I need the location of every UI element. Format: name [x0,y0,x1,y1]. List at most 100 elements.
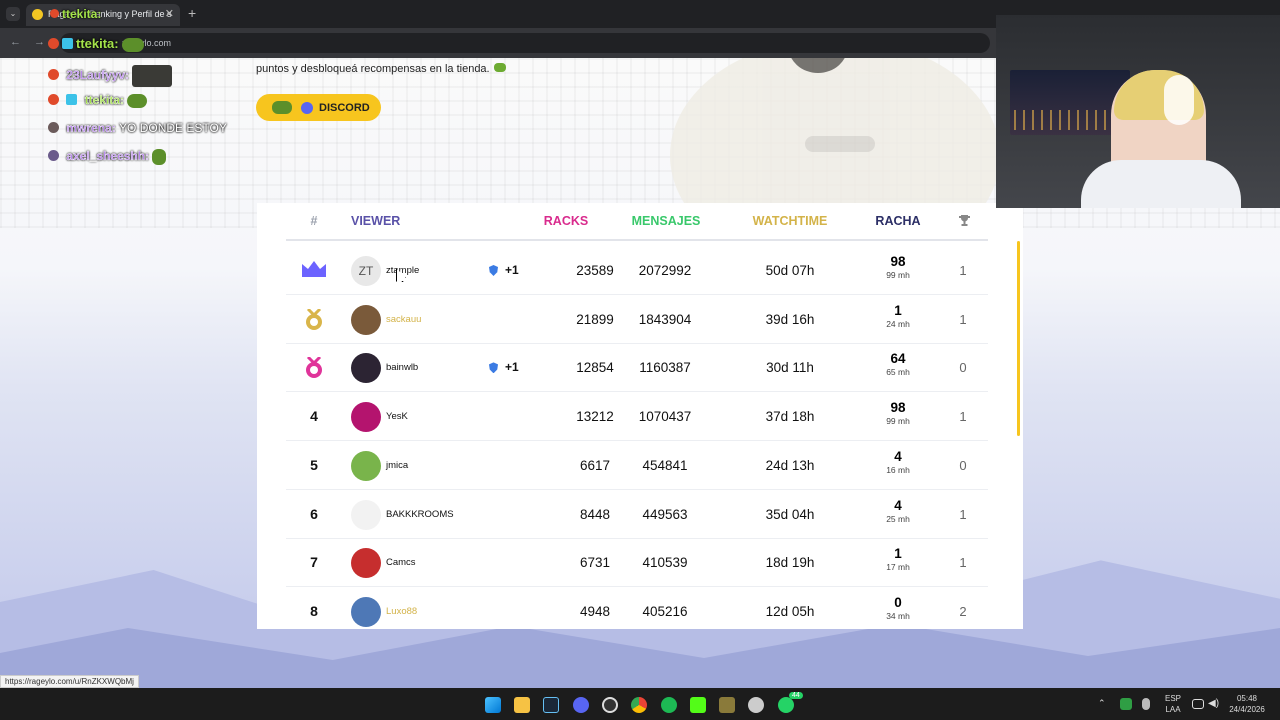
racha-sub: 99 mh [886,270,910,280]
header-racks[interactable]: RACKS [527,214,605,228]
avatar[interactable] [351,596,381,627]
scrollbar[interactable] [1017,241,1020,436]
trophy-count: 1 [959,409,967,425]
chat-message: ttekita: [48,93,148,113]
avatar[interactable] [351,353,381,384]
avatar[interactable] [351,499,381,530]
file-explorer-icon[interactable] [514,697,530,713]
shield-icon [489,265,498,276]
overlay-chat-line: ttekita: [48,36,145,52]
avatar[interactable] [351,548,381,579]
close-tab-icon[interactable]: ✕ [165,7,174,20]
chat-text: YO DONDE ESTOY [119,121,227,135]
header-rank[interactable]: # [286,214,342,228]
city-lights [1014,110,1124,130]
header-divider [286,239,988,241]
table-row[interactable]: 4 YesK 13212 1070437 37d 18h 98 99 mh 1 [286,392,988,442]
racha-value: 4 [894,497,902,513]
viewer-name[interactable]: Camcs [386,538,416,587]
racha-cell: 98 99 mh [871,254,925,281]
mascot-eye [788,58,848,73]
viewer-name[interactable]: Luxo88 [386,587,417,629]
chat-username: ttekita: [84,93,125,107]
trophy-header-icon[interactable] [947,214,981,230]
table-row[interactable]: 7 Camcs 6731 410539 18d 19h 1 17 mh 1 [286,538,988,588]
pepe-emote-icon [152,149,167,165]
racha-value: 98 [890,254,906,269]
microphone-icon[interactable] [1142,698,1150,710]
obs-icon[interactable] [602,697,618,713]
racha-sub: 16 mh [886,464,910,475]
webcam-feed [996,15,1280,208]
rank-number: 6 [310,505,318,522]
app-icon[interactable] [719,697,735,713]
viewer-name[interactable]: bainwlb [386,343,418,392]
discord-button[interactable]: DISCORD [256,94,381,121]
watchtime-value: 12d 05h [765,603,815,619]
racha-value: 1 [894,546,902,562]
badge-icon [48,38,59,49]
avatar[interactable]: ZT [351,256,381,286]
diamond-badge-icon [62,38,73,49]
url-field[interactable]: rageylo.com [60,33,990,53]
steam-icon[interactable] [543,697,559,713]
chrome-icon[interactable] [631,697,647,713]
table-row[interactable]: ZT ztample +1 23589 2072992 50d 07h 98 99 mh 1 [286,246,988,295]
back-icon[interactable]: ← [10,36,21,48]
trophy-count: 1 [959,506,967,522]
diamond-badge-icon [66,94,78,105]
racha-cell: 1 17 mh [871,546,925,573]
racha-value: 1 [894,302,902,318]
rank-number: 7 [310,554,318,571]
header-mensajes[interactable]: MENSAJES [617,214,715,228]
avatar[interactable] [351,450,381,481]
watchtime-value: 37d 18h [765,409,815,425]
whatsapp-icon[interactable] [778,697,794,713]
whatsapp-badge: 44 [789,692,803,699]
avatar[interactable] [351,402,381,433]
language-layout: LAA [1165,705,1181,714]
viewer-name[interactable]: ztample [386,246,419,295]
new-tab-icon[interactable]: + [188,5,196,21]
viewer-name[interactable]: YesK [386,392,408,441]
viewer-name[interactable]: sackauu [386,295,421,344]
table-row[interactable]: 6 BAKKKROOMS 8448 449563 35d 04h 4 25 mh 1 [286,490,988,539]
windows-start-icon[interactable] [485,697,501,713]
forward-icon[interactable]: → [34,36,45,48]
discord-taskbar-icon[interactable] [573,697,589,713]
pink-medal-icon [286,343,342,392]
volume-icon[interactable]: ◀) [1208,698,1219,709]
language-indicator[interactable]: ESP LAA [1160,693,1186,715]
stream-chat-overlay: 23Laufyyv: ttekita: mwrena: YO DONDE EST… [0,58,250,188]
pepe-emote-icon [127,93,148,108]
badge-count: +1 [505,360,519,375]
ccleaner-icon[interactable] [748,697,764,713]
viewer-name[interactable]: jmica [386,441,408,490]
racha-cell: 4 16 mh [871,449,925,476]
header-racha[interactable]: RACHA [865,214,931,228]
tray-chevron-icon[interactable]: ⌃ [1098,698,1106,709]
avatar[interactable] [351,304,381,335]
header-viewer[interactable]: VIEWER [351,214,411,228]
spotify-icon[interactable] [661,697,677,713]
language-code: ESP [1164,694,1181,703]
table-row[interactable]: sackauu 21899 1843904 39d 16h 1 24 mh 1 [286,295,988,344]
security-icon[interactable] [1120,698,1132,710]
chat-username: ttekita: [76,36,119,51]
viewer-name[interactable]: BAKKKROOMS [386,490,454,539]
mensajes-value: 1160387 [639,360,691,376]
badge-icon [50,9,59,18]
table-row[interactable]: 8 Luxo88 4948 405216 12d 05h 0 34 mh 2 [286,587,988,629]
network-icon[interactable] [1192,699,1204,709]
mensajes-value: 2072992 [638,263,692,278]
clock[interactable]: 05:48 24/4/2026 [1226,693,1268,715]
kick-icon[interactable] [690,697,706,713]
table-row[interactable]: 5 jmica 6617 454841 24d 13h 4 16 mh 0 [286,441,988,490]
favicon-icon [32,9,43,20]
table-row[interactable]: bainwlb +1 12854 1160387 30d 11h 64 65 mh 0 [286,343,988,393]
racha-value: 98 [890,400,906,416]
tab-search-icon[interactable]: ⌄ [6,7,20,21]
watchtime-value: 30d 11h [766,360,814,376]
header-watchtime[interactable]: WATCHTIME [731,214,849,228]
racha-value: 4 [894,448,902,464]
